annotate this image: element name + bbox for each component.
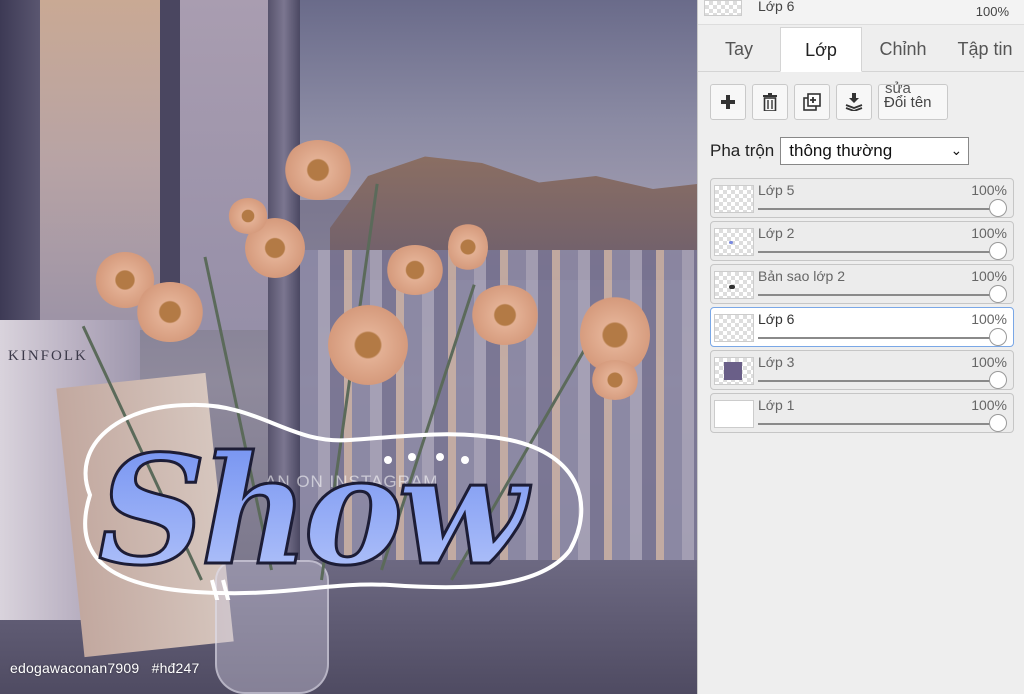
layer-thumbnail [714,228,754,256]
opacity-slider-handle[interactable] [989,199,1007,217]
layer-item-lop-3[interactable]: Lớp 3 100% [710,350,1014,390]
opacity-slider-track[interactable] [758,294,996,296]
opacity-slider-track[interactable] [758,380,996,382]
panel-tabs: Tay Lớp Chỉnh Tập tin [698,27,1024,72]
opacity-slider-track[interactable] [758,208,996,210]
poppy-flower [385,245,445,295]
layer-thumbnail [714,357,754,385]
opacity-slider-handle[interactable] [989,328,1007,346]
blend-mode-value: thông thường [789,141,893,160]
poppy-flower [328,305,408,385]
opacity-slider-handle[interactable] [989,371,1007,389]
chevron-down-icon: ⌄ [950,142,963,158]
blend-mode-label: Pha trộn [710,141,775,160]
poppy-flower [448,222,488,272]
add-layer-button[interactable] [710,84,746,120]
current-layer-bar: Lớp 6 100% [698,0,1024,25]
opacity-slider-track[interactable] [758,337,996,339]
poppy-flower [283,140,353,200]
layer-opacity: 100% [971,354,1007,370]
layer-name: Lớp 5 [758,182,795,198]
show-word-art: Show [60,385,600,604]
opacity-slider-handle[interactable] [989,285,1007,303]
layer-opacity: 100% [971,397,1007,413]
layer-name: Lớp 1 [758,397,795,413]
merge-down-button[interactable] [836,84,872,120]
current-layer-name: Lớp 6 [758,0,795,14]
rename-label: Đổi tên [884,94,932,111]
word-art-svg: Show [83,402,584,604]
opacity-slider-track[interactable] [758,251,996,253]
window-frame [160,0,180,330]
layer-name: Lớp 6 [758,311,795,327]
tab-adjust[interactable]: Chỉnh [866,27,940,71]
delete-layer-button[interactable] [752,84,788,120]
poppy-flower [135,282,205,342]
drawing-canvas[interactable]: KINFOLK AN ON INSTAGRAM Show edogawacona… [0,0,697,694]
layer-thumbnail [714,400,754,428]
book-title: KINFOLK [8,348,88,364]
layer-thumbnail [714,185,754,213]
blend-mode-row: Pha trộn thông thường ⌄ [710,136,970,166]
layer-name: Lớp 2 [758,225,795,241]
opacity-slider-handle[interactable] [989,414,1007,432]
layer-item-ban-sao-lop-2[interactable]: Bản sao lớp 2 100% [710,264,1014,304]
layer-opacity: 100% [971,268,1007,284]
layers-panel: Lớp 6 100% Tay Lớp Chỉnh Tập tin sửa Đổi… [697,0,1024,694]
layer-opacity: 100% [971,182,1007,198]
opacity-slider-handle[interactable] [989,242,1007,260]
tab-layers[interactable]: Lớp [780,27,862,72]
blend-mode-select[interactable]: thông thường ⌄ [780,137,970,165]
poppy-flower [228,198,268,234]
duplicate-layer-button[interactable] [794,84,830,120]
layer-item-lop-5[interactable]: Lớp 5 100% [710,178,1014,218]
layer-list: Lớp 5 100% Lớp 2 100% Bản sao lớp 2 100%… [710,178,1014,436]
layer-item-lop-6[interactable]: Lớp 6 100% [710,307,1014,347]
tab-file[interactable]: Tập tin [948,27,1022,71]
layer-opacity: 100% [971,311,1007,327]
rename-layer-button[interactable]: sửa Đổi tên [878,80,948,120]
layer-thumbnail [714,271,754,299]
layer-name: Bản sao lớp 2 [758,268,846,284]
layer-opacity: 100% [971,225,1007,241]
current-layer-opacity: 100% [975,4,1009,19]
trash-icon [763,93,777,111]
layer-item-lop-2[interactable]: Lớp 2 100% [710,221,1014,261]
window-pane [180,0,270,330]
poppy-flower [470,285,540,345]
plus-icon [721,95,735,109]
layer-thumbnail [704,0,742,16]
layer-thumbnail [714,314,754,342]
duplicate-icon [803,93,821,111]
merge-down-icon [845,93,863,111]
layer-item-lop-1[interactable]: Lớp 1 100% [710,393,1014,433]
opacity-slider-track[interactable] [758,423,996,425]
tab-hand[interactable]: Tay [706,27,772,71]
layer-name: Lớp 3 [758,354,795,370]
word-art-text: Show [98,423,531,599]
watermark: edogawaconan7909 #hđ247 [10,660,200,676]
